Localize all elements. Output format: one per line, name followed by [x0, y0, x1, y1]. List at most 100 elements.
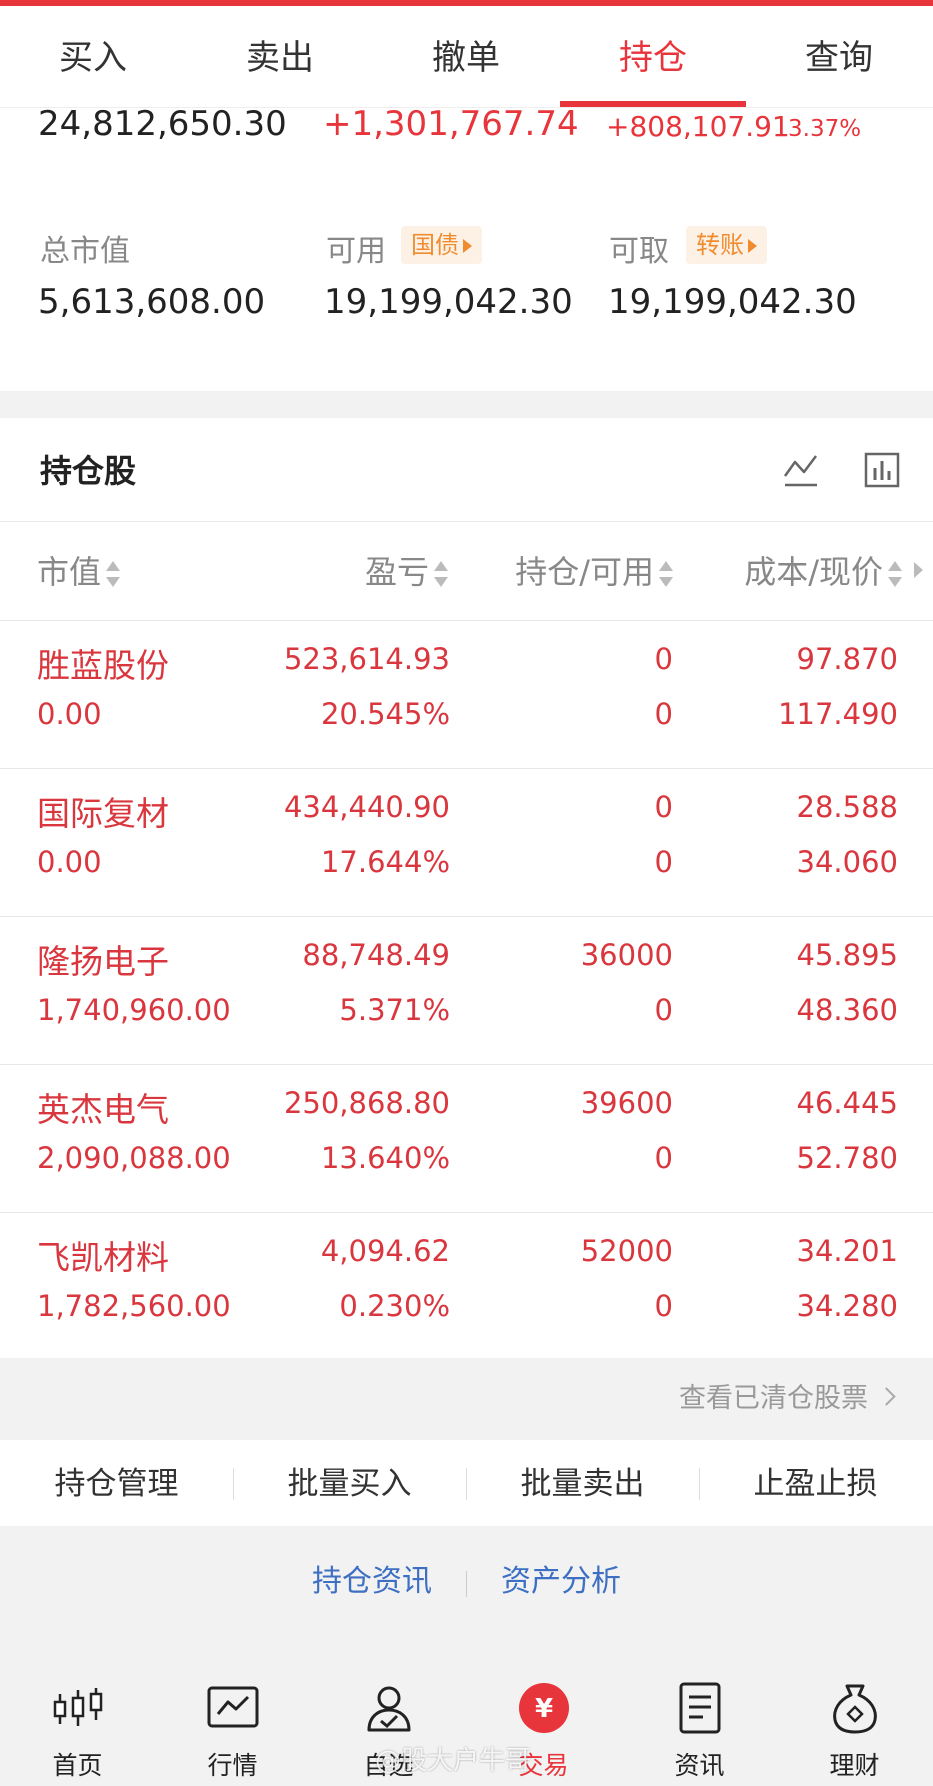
stock-name: 胜蓝股份 [37, 646, 169, 685]
nav-label: 行情 [207, 1751, 258, 1780]
yuan-icon: ¥ [518, 1683, 569, 1733]
sort-market-value[interactable]: 市值 [37, 522, 121, 622]
stock-name: 英杰电气 [37, 1090, 169, 1129]
tab-buy[interactable]: 买入 [0, 6, 186, 107]
take-profit-stop-loss-button[interactable]: 止盈止损 [699, 1440, 932, 1526]
market-value-label: 总市值 [40, 234, 130, 269]
cleared-stocks-bar: 查看已清仓股票 [0, 1358, 933, 1440]
stock-pnl-percent: 17.644% [320, 845, 450, 879]
view-cleared-stocks-link[interactable]: 查看已清仓股票 [679, 1358, 896, 1440]
holding-row[interactable]: 英杰电气 2,090,088.00 250,868.80 13.640% 396… [0, 1065, 933, 1213]
tab-label: 撤单 [432, 38, 500, 78]
nav-home[interactable]: 首页 [0, 1660, 155, 1786]
sort-pnl[interactable]: 盈亏 [365, 522, 448, 622]
tab-label: 卖出 [246, 38, 314, 78]
nav-news[interactable]: 资讯 [622, 1660, 777, 1786]
treasury-bond-chip[interactable]: 国债 [401, 226, 482, 264]
svg-text:¥: ¥ [534, 1694, 552, 1724]
transfer-chip[interactable]: 转账 [686, 226, 767, 264]
tab-sell[interactable]: 卖出 [187, 6, 373, 107]
stock-cost: 45.895 [796, 938, 898, 972]
stock-available: 0 [654, 1141, 673, 1175]
stock-position: 0 [654, 642, 673, 676]
user-check-icon [367, 1686, 410, 1732]
today-pnl-percent: 3.37% [788, 116, 862, 142]
stock-position: 39600 [580, 1086, 673, 1120]
stock-name: 隆扬电子 [37, 942, 169, 981]
holding-row[interactable]: 飞凯材料 1,782,560.00 4,094.62 0.230% 52000 … [0, 1213, 933, 1360]
tab-holdings[interactable]: 持仓 [560, 6, 746, 107]
tab-label: 查询 [805, 38, 873, 78]
withdrawable-label: 可取 [609, 234, 669, 269]
more-columns-arrow-icon[interactable] [914, 562, 923, 578]
asset-analysis-link[interactable]: 资产分析 [501, 1527, 621, 1637]
chip-label: 转账 [696, 231, 744, 259]
stock-pnl: 250,868.80 [283, 1086, 450, 1120]
document-icon [679, 1682, 720, 1734]
stock-price: 34.060 [796, 845, 898, 879]
market-value: 5,613,608.00 [38, 282, 266, 322]
sort-cost-price[interactable]: 成本/现价 [744, 522, 902, 622]
stock-pnl: 4,094.62 [320, 1234, 450, 1268]
holdings-header: 持仓股 [0, 418, 933, 522]
stock-market-value: 1,740,960.00 [37, 993, 231, 1027]
stock-pnl: 88,748.49 [302, 938, 450, 972]
batch-buy-button[interactable]: 批量买入 [233, 1440, 466, 1526]
stock-cost: 28.588 [796, 790, 898, 824]
stock-pnl-percent: 5.371% [339, 993, 450, 1027]
available-value: 19,199,042.30 [324, 282, 573, 322]
sort-position[interactable]: 持仓/可用 [515, 522, 673, 622]
holding-row[interactable]: 隆扬电子 1,740,960.00 88,748.49 5.371% 36000… [0, 917, 933, 1065]
info-links: 持仓资讯 资产分析 [0, 1527, 933, 1635]
stock-cost: 46.445 [796, 1086, 898, 1120]
stock-available: 0 [654, 1289, 673, 1323]
holding-row[interactable]: 胜蓝股份 0.00 523,614.93 20.545% 0 0 97.870 … [0, 621, 933, 769]
column-label: 持仓/可用 [515, 553, 654, 591]
holding-row[interactable]: 国际复材 0.00 434,440.90 17.644% 0 0 28.588 … [0, 769, 933, 917]
column-label: 盈亏 [364, 553, 429, 591]
market-chart-icon [207, 1686, 258, 1728]
play-arrow-icon [463, 239, 472, 253]
stock-price: 48.360 [796, 993, 898, 1027]
stock-pnl: 523,614.93 [283, 642, 450, 676]
holding-actions-bar: 持仓管理 批量买入 批量卖出 止盈止损 [0, 1440, 933, 1526]
money-bag-icon [832, 1684, 877, 1734]
stock-name: 飞凯材料 [37, 1238, 169, 1277]
stock-market-value: 1,782,560.00 [37, 1289, 231, 1323]
nav-market[interactable]: 行情 [155, 1660, 310, 1786]
stock-position: 52000 [580, 1234, 673, 1268]
stock-pnl-percent: 13.640% [320, 1141, 450, 1175]
withdrawable-value: 19,199,042.30 [608, 282, 857, 322]
stock-cost: 97.870 [796, 642, 898, 676]
total-assets-value: 24,812,650.30 [38, 104, 287, 144]
trade-tabs: 买入 卖出 撤单 持仓 查询 [0, 6, 933, 108]
column-label: 市值 [37, 553, 102, 591]
position-news-link[interactable]: 持仓资讯 [312, 1527, 432, 1637]
tab-cancel-order[interactable]: 撤单 [373, 6, 559, 107]
nav-wealth[interactable]: 理财 [777, 1660, 932, 1786]
stock-market-value: 0.00 [37, 697, 102, 731]
chip-label: 国债 [411, 231, 459, 259]
sort-icon [888, 561, 902, 587]
float-pnl-value: +1,301,767.74 [323, 104, 579, 144]
bar-chart-icon[interactable] [864, 452, 900, 488]
watermark: @股大户牛哥 [375, 1746, 532, 1776]
chevron-right-icon [877, 1387, 896, 1406]
divider [466, 1571, 467, 1597]
sort-icon [106, 561, 121, 587]
tab-label: 持仓 [619, 38, 687, 78]
tab-query[interactable]: 查询 [746, 6, 932, 107]
available-label: 可用 [326, 234, 386, 269]
stock-available: 0 [654, 697, 673, 731]
today-pnl-value: +808,107.91 [606, 110, 790, 143]
stock-name: 国际复材 [37, 794, 169, 833]
holdings-title: 持仓股 [40, 452, 137, 490]
batch-sell-button[interactable]: 批量卖出 [466, 1440, 699, 1526]
stock-price: 52.780 [796, 1141, 898, 1175]
holdings-list: 胜蓝股份 0.00 523,614.93 20.545% 0 0 97.870 … [0, 621, 933, 1360]
position-management-button[interactable]: 持仓管理 [0, 1440, 233, 1526]
stock-pnl-percent: 20.545% [320, 697, 450, 731]
asset-summary: 24,812,650.30 +1,301,767.74 +808,107.91 … [0, 104, 933, 391]
stock-available: 0 [654, 845, 673, 879]
trend-line-icon[interactable] [782, 452, 820, 488]
